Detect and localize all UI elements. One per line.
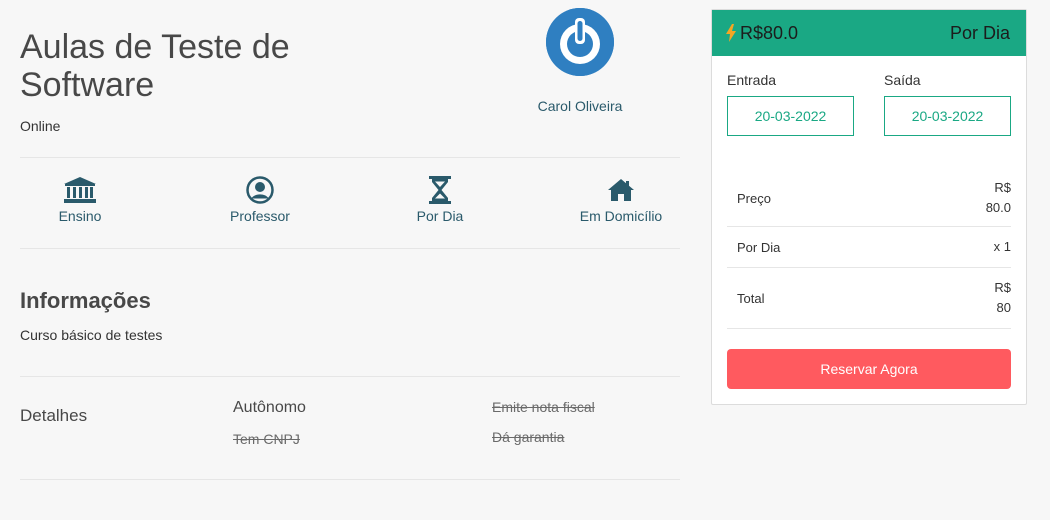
booking-period: Por Dia: [949, 22, 1010, 43]
summary-label: Preço: [737, 190, 771, 206]
summary-row-price: Preço R$ 80.0: [727, 170, 1011, 227]
divider: [20, 376, 680, 377]
listing-mode: Online: [20, 118, 61, 134]
power-icon: [546, 8, 614, 76]
booking-header: R$80.0 Por Dia: [712, 10, 1026, 56]
feature-home: Em Domicílio: [561, 176, 681, 224]
checkout-label: Saída: [884, 72, 921, 88]
reserve-button[interactable]: Reservar Agora: [727, 349, 1011, 389]
detail-item-unavailable: Tem CNPJ: [233, 431, 300, 447]
listing-details: Aulas de Teste de Software Online Carol …: [20, 0, 680, 520]
feature-label: Ensino: [58, 208, 102, 224]
bank-icon: [64, 177, 96, 203]
info-title: Informações: [20, 288, 151, 313]
summary-value: R$: [994, 280, 1011, 295]
checkin-label: Entrada: [727, 72, 777, 88]
feature-label: Em Domicílio: [579, 208, 663, 224]
feature-label: Professor: [230, 208, 290, 224]
avatar[interactable]: [546, 8, 614, 76]
owner-name[interactable]: Carol Oliveira: [530, 98, 630, 114]
checkin-group: Entrada 20-03-2022: [727, 72, 854, 136]
divider: [20, 479, 680, 480]
summary-label: Total: [737, 290, 765, 306]
feature-list: Ensino Professor Por Dia Em Domicílio: [20, 176, 680, 236]
booking-card: R$80.0 Por Dia Entrada 20-03-2022 Saída …: [711, 9, 1027, 405]
checkin-date-field[interactable]: 20-03-2022: [727, 96, 854, 136]
feature-teaching: Ensino: [20, 176, 140, 224]
summary-label: Por Dia: [737, 239, 781, 255]
home-icon: [608, 179, 634, 201]
date-selection: Entrada 20-03-2022 Saída 20-03-2022: [727, 72, 1011, 142]
booking-price: R$80.0: [740, 22, 799, 43]
lightning-icon: [726, 24, 736, 42]
listing-title: Aulas de Teste de Software: [20, 28, 290, 104]
price-summary: Preço R$ 80.0 Por Dia x 1 Total R$ 80: [727, 170, 1011, 329]
summary-value: R$: [994, 180, 1011, 195]
info-description: Curso básico de testes: [20, 327, 163, 343]
user-circle-icon: [246, 176, 274, 204]
checkout-group: Saída 20-03-2022: [884, 72, 1011, 136]
feature-per-day: Por Dia: [380, 176, 500, 224]
summary-value: 80: [996, 300, 1011, 315]
checkout-date-field[interactable]: 20-03-2022: [884, 96, 1011, 136]
detail-item: Autônomo: [233, 399, 306, 416]
detail-item-unavailable: Emite nota fiscal: [492, 399, 595, 415]
summary-row-per-day: Por Dia x 1: [727, 227, 1011, 268]
divider: [20, 157, 680, 158]
owner-profile[interactable]: Carol Oliveira: [530, 8, 630, 114]
feature-professor: Professor: [200, 176, 320, 224]
detail-item-unavailable: Dá garantia: [492, 429, 565, 445]
feature-label: Por Dia: [416, 208, 464, 224]
summary-value: 80.0: [985, 200, 1011, 215]
details-title: Detalhes: [20, 406, 88, 425]
divider: [20, 248, 680, 249]
summary-row-total: Total R$ 80: [727, 268, 1011, 329]
hourglass-icon: [429, 176, 451, 204]
summary-value: x 1: [993, 239, 1011, 254]
